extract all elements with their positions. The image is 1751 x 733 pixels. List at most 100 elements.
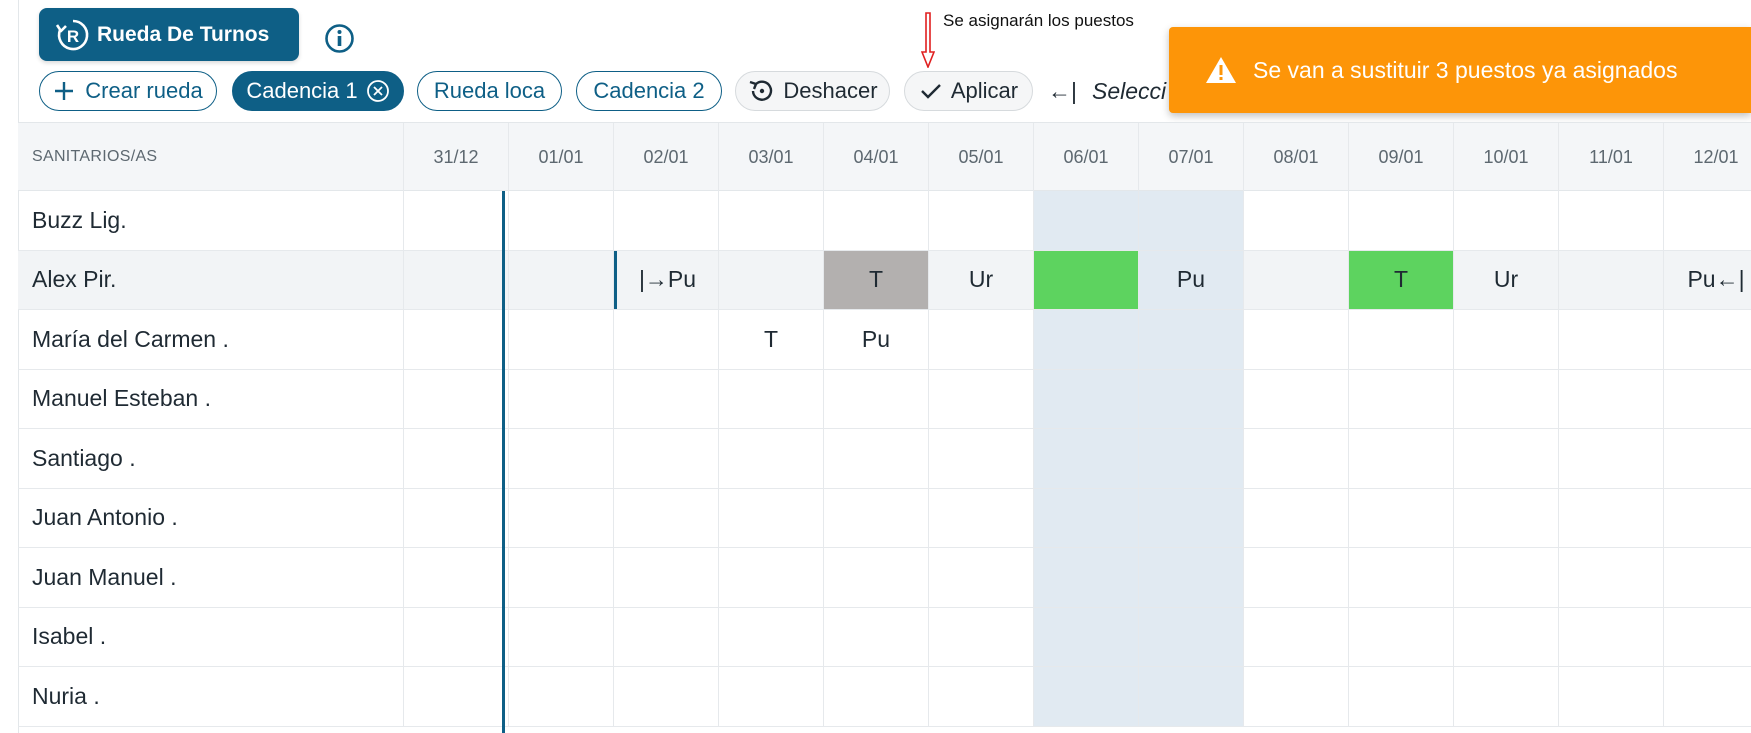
- shift-cell[interactable]: [719, 191, 824, 250]
- shift-cell[interactable]: [509, 250, 614, 309]
- shift-cell[interactable]: [929, 310, 1034, 369]
- shift-cell[interactable]: [1349, 310, 1454, 369]
- shift-cell[interactable]: [1454, 191, 1559, 250]
- shift-cell[interactable]: [1034, 310, 1139, 369]
- shift-cell[interactable]: [719, 548, 824, 607]
- shift-cell[interactable]: [1349, 607, 1454, 666]
- shift-cell[interactable]: [1034, 667, 1139, 726]
- info-icon[interactable]: [324, 23, 355, 54]
- shift-cell[interactable]: [1244, 607, 1349, 666]
- shift-cell[interactable]: [509, 429, 614, 488]
- shift-cell[interactable]: [1349, 548, 1454, 607]
- shift-cell[interactable]: [509, 310, 614, 369]
- shift-cell[interactable]: [1559, 191, 1664, 250]
- shift-cell[interactable]: [1559, 369, 1664, 428]
- shift-cell[interactable]: [1034, 369, 1139, 428]
- shift-cell[interactable]: [404, 488, 509, 547]
- shift-cell[interactable]: [1349, 369, 1454, 428]
- shift-cell[interactable]: [614, 667, 719, 726]
- rueda-loca-chip[interactable]: Rueda loca: [417, 71, 562, 111]
- shift-cell[interactable]: [1664, 191, 1751, 250]
- shift-cell[interactable]: [1244, 429, 1349, 488]
- shift-cell[interactable]: [1139, 191, 1244, 250]
- shift-cell[interactable]: [404, 310, 509, 369]
- shift-cell[interactable]: [1559, 429, 1664, 488]
- shift-cell[interactable]: [1454, 429, 1559, 488]
- select-label[interactable]: Selecci: [1092, 78, 1172, 105]
- shift-cell[interactable]: [1139, 310, 1244, 369]
- shift-cell[interactable]: [1034, 250, 1139, 309]
- shift-cell[interactable]: [1454, 369, 1559, 428]
- shift-cell[interactable]: [1034, 191, 1139, 250]
- shift-cell[interactable]: [824, 607, 929, 666]
- shift-cell[interactable]: [1349, 191, 1454, 250]
- shift-cell[interactable]: [1034, 488, 1139, 547]
- shift-cell[interactable]: [1559, 607, 1664, 666]
- shift-cell[interactable]: [1664, 548, 1751, 607]
- shift-cell[interactable]: [1454, 667, 1559, 726]
- crear-rueda-chip[interactable]: Crear rueda: [39, 71, 217, 111]
- shift-cell[interactable]: [719, 667, 824, 726]
- shift-cell[interactable]: [929, 607, 1034, 666]
- cadencia-1-chip[interactable]: Cadencia 1: [232, 71, 404, 111]
- shift-cell[interactable]: Ur: [1454, 250, 1559, 309]
- shift-cell[interactable]: [719, 369, 824, 428]
- shift-cell[interactable]: [404, 429, 509, 488]
- shift-cell[interactable]: [1139, 548, 1244, 607]
- shift-cell[interactable]: [614, 607, 719, 666]
- shift-cell[interactable]: [1349, 429, 1454, 488]
- shift-cell[interactable]: [614, 548, 719, 607]
- remove-chip-icon[interactable]: [366, 79, 390, 103]
- shift-cell[interactable]: [404, 667, 509, 726]
- shift-cell[interactable]: [1244, 488, 1349, 547]
- shift-cell[interactable]: [404, 191, 509, 250]
- shift-cell[interactable]: Pu: [1139, 250, 1244, 309]
- shift-cell[interactable]: [1559, 488, 1664, 547]
- shift-cell[interactable]: [824, 369, 929, 428]
- shift-cell[interactable]: Pu←|: [1664, 251, 1751, 310]
- shift-cell[interactable]: [1244, 369, 1349, 428]
- shift-cell[interactable]: [929, 667, 1034, 726]
- shift-cell[interactable]: [1559, 548, 1664, 607]
- shift-cell[interactable]: [1454, 310, 1559, 369]
- shift-cell[interactable]: [1034, 548, 1139, 607]
- shift-cell[interactable]: [509, 607, 614, 666]
- select-arrow-icon[interactable]: ←|: [1048, 78, 1077, 105]
- shift-cell[interactable]: Pu: [824, 310, 929, 369]
- shift-cell[interactable]: [509, 667, 614, 726]
- shift-cell[interactable]: [1349, 488, 1454, 547]
- shift-cell[interactable]: [929, 488, 1034, 547]
- shift-cell[interactable]: [404, 369, 509, 428]
- shift-cell[interactable]: [509, 369, 614, 428]
- shift-cell[interactable]: [1664, 608, 1751, 667]
- shift-cell[interactable]: [1664, 370, 1751, 429]
- shift-cell[interactable]: [929, 369, 1034, 428]
- shift-cell[interactable]: [719, 488, 824, 547]
- shift-cell[interactable]: [1244, 310, 1349, 369]
- shift-cell[interactable]: T: [1349, 250, 1454, 309]
- shift-cell[interactable]: [1664, 489, 1751, 548]
- shift-cell[interactable]: [1559, 250, 1664, 309]
- shift-cell[interactable]: [509, 191, 614, 250]
- shift-cell[interactable]: [614, 369, 719, 428]
- shift-cell[interactable]: [824, 667, 929, 726]
- shift-cell[interactable]: Ur: [929, 250, 1034, 309]
- shift-cell[interactable]: [1454, 488, 1559, 547]
- shift-cell[interactable]: [1244, 667, 1349, 726]
- shift-cell[interactable]: [1244, 250, 1349, 309]
- shift-cell[interactable]: [929, 548, 1034, 607]
- shift-cell[interactable]: [719, 250, 824, 309]
- shift-cell[interactable]: [1139, 488, 1244, 547]
- shift-cell[interactable]: [509, 548, 614, 607]
- shift-cell[interactable]: [1664, 429, 1751, 488]
- shift-cell[interactable]: [1139, 607, 1244, 666]
- shift-cell[interactable]: [509, 488, 614, 547]
- shift-cell[interactable]: [824, 548, 929, 607]
- shift-cell[interactable]: [1139, 369, 1244, 428]
- shift-cell[interactable]: |→Pu: [614, 250, 719, 309]
- shift-cell[interactable]: [404, 607, 509, 666]
- shift-cell[interactable]: [719, 607, 824, 666]
- shift-cell[interactable]: [1664, 667, 1751, 726]
- shift-cell[interactable]: [1349, 667, 1454, 726]
- shift-cell[interactable]: [719, 429, 824, 488]
